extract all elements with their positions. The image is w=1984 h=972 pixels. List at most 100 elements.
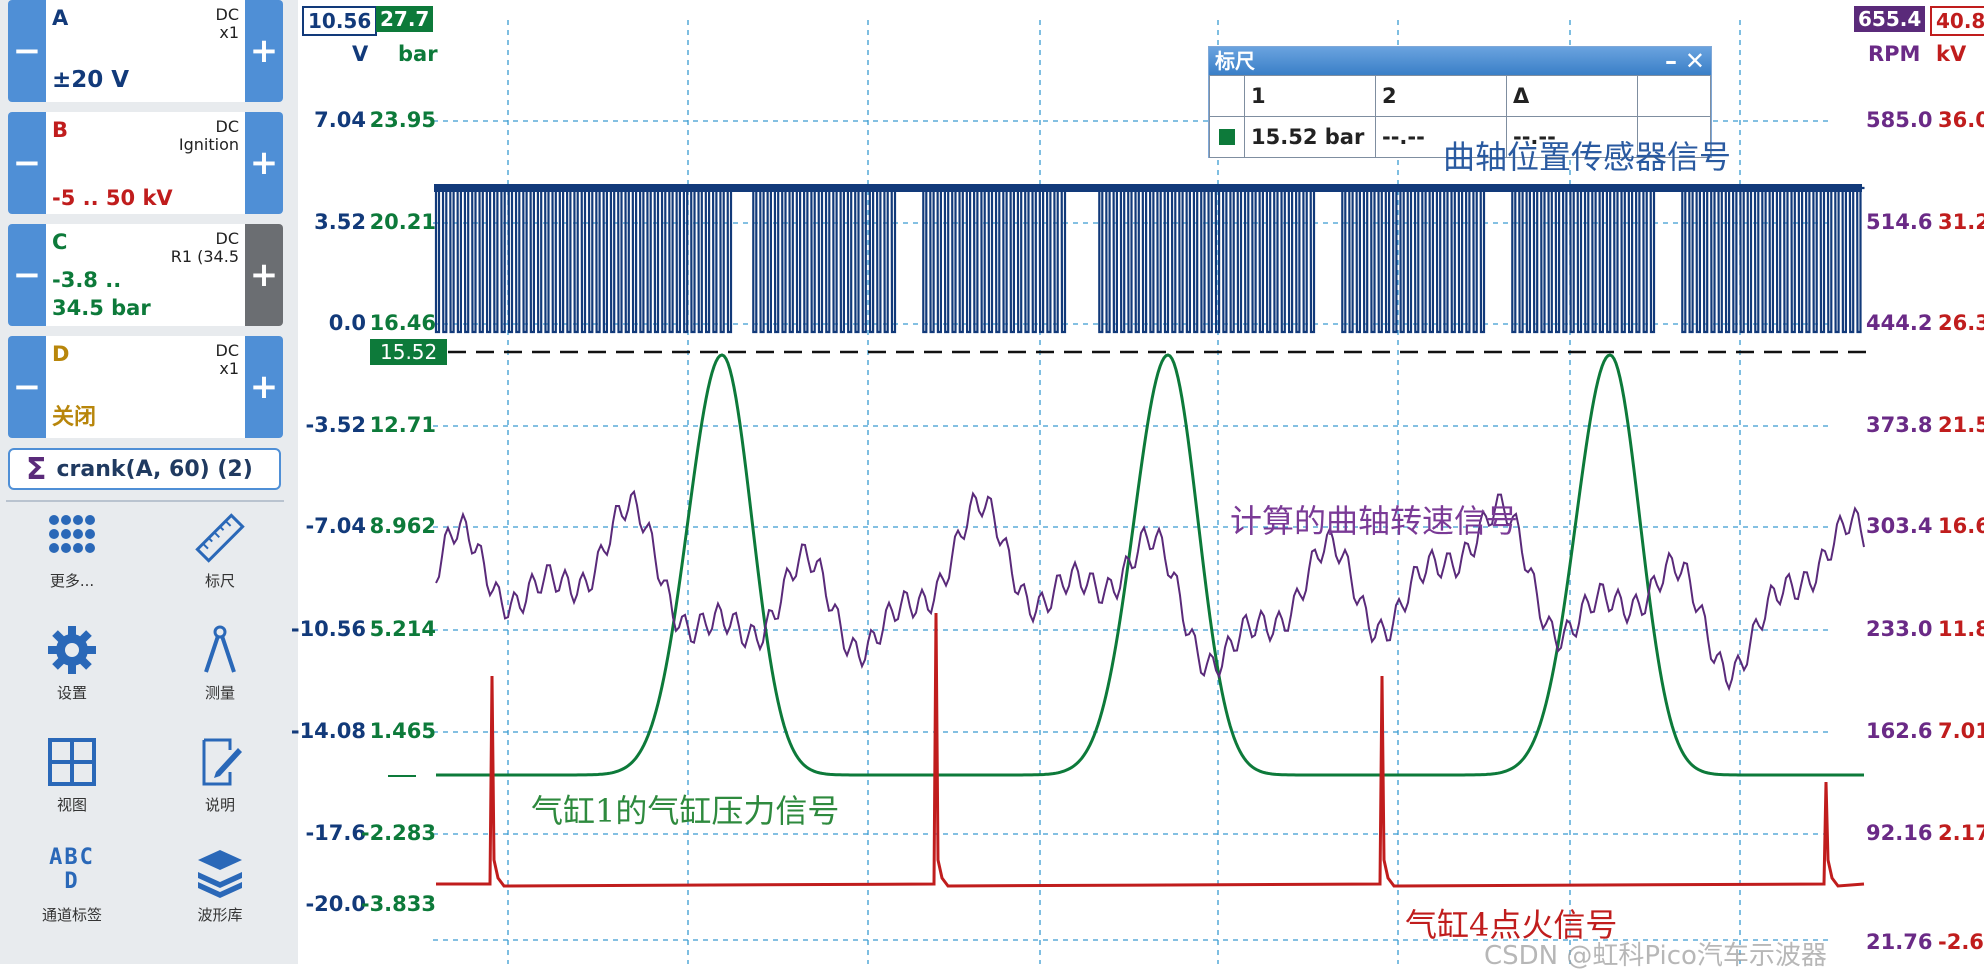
channel-label-button[interactable]: ABCD 通道标签: [12, 846, 132, 946]
crank-speed-waveform: [435, 489, 1865, 692]
math-channel-button[interactable]: Σ crank(A, 60) (2): [8, 448, 281, 490]
channel-d-letter: D: [52, 342, 70, 366]
tick-v: 0.0: [328, 311, 366, 335]
ruler-window-header[interactable]: 标尺 – ✕: [1209, 47, 1711, 75]
tick-rpm: 303.4: [1866, 514, 1933, 538]
tick-bar: -2.283: [360, 821, 436, 845]
tick-kv: 7.01: [1938, 719, 1984, 743]
channel-b-range[interactable]: -5 .. 50 kV: [52, 184, 173, 212]
math-scale-max[interactable]: 655.4: [1854, 6, 1926, 32]
note-edit-icon: [202, 738, 242, 786]
tick-v: -3.52: [305, 413, 366, 437]
tick-rpm: 373.8: [1866, 413, 1933, 437]
minimize-icon[interactable]: –: [1665, 47, 1677, 75]
unit-bar-label: bar: [398, 42, 438, 66]
channel-b-coupling: DC: [215, 117, 240, 136]
tick-bar: 8.962: [369, 514, 436, 538]
channel-a-letter: A: [52, 6, 69, 30]
ruler-flag[interactable]: 15.52: [370, 339, 448, 365]
channel-d-plus-button[interactable]: +: [245, 336, 283, 438]
ruler-window-title: 标尺: [1215, 49, 1255, 73]
channel-d-range[interactable]: 关闭: [52, 404, 96, 432]
tick-kv: 31.2: [1938, 210, 1984, 234]
tick-rpm: 233.0: [1866, 617, 1933, 641]
channel-a-plus-button[interactable]: +: [245, 0, 283, 102]
tick-v: 7.04: [314, 108, 366, 132]
unit-v-label: V: [352, 42, 369, 66]
waveform-library-icon: [198, 850, 242, 898]
channel-label-icon: ABCD: [49, 845, 95, 894]
channel-c-plus-button[interactable]: +: [245, 224, 283, 326]
settings-label: 设置: [56, 684, 87, 702]
tick-v: -10.56: [290, 617, 366, 641]
crank-sensor-waveform: [434, 186, 1865, 334]
tick-rpm: 21.76: [1866, 930, 1933, 954]
tick-kv: 21.5: [1938, 413, 1984, 437]
more-label: 更多...: [49, 572, 95, 590]
tick-bar: 5.214: [369, 617, 436, 641]
math-channel-label: crank(A, 60) (2): [56, 456, 253, 482]
channel-c-minus-button[interactable]: −: [8, 224, 46, 326]
channel-b-letter: B: [52, 118, 69, 142]
view-label: 视图: [56, 796, 87, 814]
ruler-label: 标尺: [204, 572, 235, 590]
tick-rpm: 162.6: [1866, 719, 1933, 743]
channel-a-panel[interactable]: − A DC x1 ±20 V +: [8, 0, 283, 102]
channel-c-panel[interactable]: − C DC R1 (34.5 -3.8 .. 34.5 bar +: [8, 224, 283, 326]
tick-kv: -2.66: [1938, 930, 1984, 954]
notes-label: 说明: [204, 796, 235, 814]
waveform-library-label: 波形库: [197, 906, 243, 924]
channel-a-range[interactable]: ±20 V: [52, 66, 129, 94]
gear-icon: [48, 626, 96, 674]
tick-bar: 12.71: [369, 413, 436, 437]
divider: [6, 500, 284, 502]
ruler-button[interactable]: 标尺: [160, 512, 280, 612]
tick-kv: 26.3: [1938, 311, 1984, 335]
channel-d-probe: x1: [219, 359, 239, 378]
channel-c-letter: C: [52, 230, 68, 254]
channel-b-plus-button[interactable]: +: [245, 112, 283, 214]
channel-c-scale-max[interactable]: 27.7: [376, 6, 434, 32]
channel-b-scale-max[interactable]: 40.8: [1930, 6, 1984, 36]
crank-sensor-annotation: 曲轴位置传感器信号: [1443, 138, 1732, 176]
compass-icon: [204, 625, 236, 673]
tick-v: -17.6: [305, 821, 366, 845]
channel-d-minus-button[interactable]: −: [8, 336, 46, 438]
channel-a-probe: x1: [219, 23, 239, 42]
channel-c-coupling: DC: [215, 229, 240, 248]
cylinder-pressure-annotation: 气缸1的气缸压力信号: [531, 792, 840, 830]
close-icon[interactable]: ✕: [1685, 47, 1705, 75]
more-button[interactable]: 更多...: [12, 512, 132, 612]
channel-b-panel[interactable]: − B DC Ignition -5 .. 50 kV +: [8, 112, 283, 214]
channel-c-range-upper[interactable]: 34.5 bar: [52, 294, 151, 322]
notes-button[interactable]: 说明: [160, 736, 280, 836]
settings-button[interactable]: 设置: [12, 624, 132, 724]
channel-a-minus-button[interactable]: −: [8, 0, 46, 102]
channel-b-minus-button[interactable]: −: [8, 112, 46, 214]
view-button[interactable]: 视图: [12, 736, 132, 836]
channel-d-panel[interactable]: − D DC x1 关闭 +: [8, 336, 283, 438]
tick-kv: 36.0: [1938, 108, 1984, 132]
measure-button[interactable]: 测量: [160, 624, 280, 724]
tick-kv: 11.8: [1938, 617, 1984, 641]
ruler-value-1: 15.52 bar: [1244, 116, 1376, 158]
measure-label: 测量: [204, 684, 235, 702]
channel-a-scale-max[interactable]: 10.56: [302, 6, 378, 36]
ignition-waveform: [436, 612, 1865, 888]
scope-view[interactable]: 10.56 27.7 V bar 655.4 40.8 RPM kV 15.52…: [291, 0, 1984, 971]
tick-bar: 20.21: [369, 210, 436, 234]
tick-bar: -3.833: [360, 892, 436, 916]
tick-kv: 16.6: [1938, 514, 1984, 538]
tick-rpm: 444.2: [1866, 311, 1933, 335]
tick-bar: 1.465: [369, 719, 436, 743]
waveform-library-button[interactable]: 波形库: [160, 846, 280, 946]
ruler-icon: [195, 513, 245, 563]
crank-speed-annotation: 计算的曲轴转速信号: [1230, 502, 1519, 540]
sigma-icon: Σ: [26, 451, 47, 487]
channel-b-probe: Ignition: [178, 135, 239, 154]
channel-c-range[interactable]: -3.8 ..: [52, 266, 121, 294]
view-grid-icon: [48, 738, 96, 786]
tick-v: 3.52: [314, 210, 366, 234]
sidebar: − A DC x1 ±20 V + − B DC Ignition -5 .. …: [0, 0, 298, 964]
ruler-col-1: 1: [1244, 75, 1376, 117]
